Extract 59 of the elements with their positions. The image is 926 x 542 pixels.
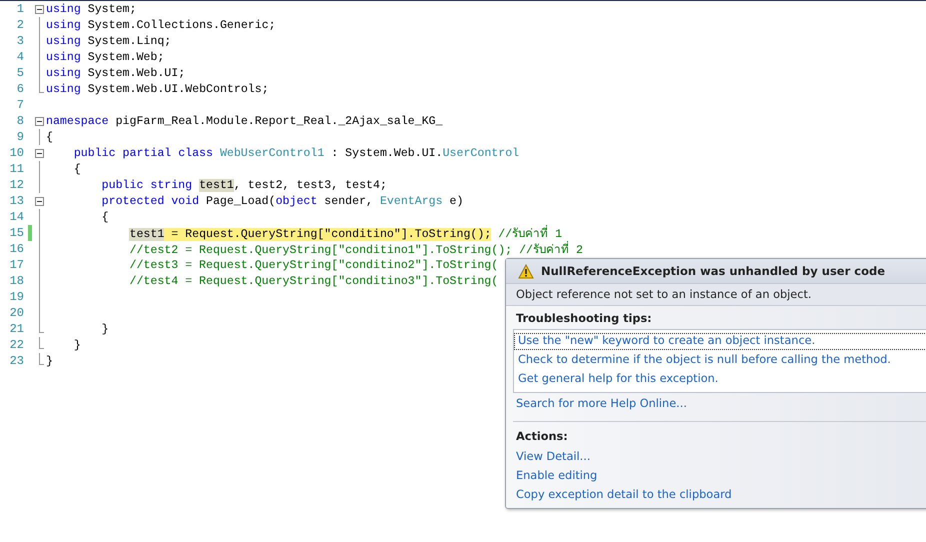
help-link[interactable]: Search for more Help Online... (506, 393, 926, 413)
collapse-icon[interactable] (34, 196, 44, 206)
exception-title: NullReferenceException was unhandled by user code (541, 264, 886, 278)
code-line: using System; (46, 2, 136, 16)
tip-link[interactable]: Get general help for this exception. (514, 371, 926, 388)
line-number: 15 (8, 226, 24, 240)
line-number: 10 (8, 146, 24, 160)
code-line: public partial class WebUserControl1 : System.Web.UI.UserControl (72, 146, 520, 160)
code-line: using System.Collections.Generic; (46, 18, 276, 32)
code-line: protected void Page_Load(object sender, EventArgs e) (100, 194, 464, 208)
line-number: 16 (8, 242, 24, 256)
code-line: } (100, 322, 109, 336)
action-link[interactable]: Enable editing (506, 466, 926, 485)
line-number: 13 (8, 194, 24, 208)
line-number: 12 (8, 178, 24, 192)
code-line: using System.Web; (46, 50, 164, 64)
code-line: using System.Web.UI.WebControls; (46, 82, 269, 96)
action-link[interactable]: Copy exception detail to the clipboard (506, 485, 926, 504)
line-number: 14 (8, 210, 24, 224)
line-number: 19 (8, 290, 24, 304)
line-number: 18 (8, 274, 24, 288)
actions-heading: Actions: (515, 430, 569, 445)
line-number: 23 (8, 354, 24, 368)
line-number: 11 (8, 162, 24, 176)
line-number: 1 (16, 2, 24, 16)
tip-link[interactable]: Use the "new" keyword to create an object instance. (514, 333, 926, 350)
line-number: 7 (16, 98, 24, 112)
tip-link[interactable]: Check to determine if the object is null before calling the method. (514, 352, 926, 369)
line-number: 2 (16, 18, 24, 32)
code-line: //test3 = Request.QueryString["conditino2"].ToString( (128, 258, 498, 272)
tips-heading: Troubleshooting tips: (515, 312, 653, 327)
line-number: 4 (16, 50, 24, 64)
collapse-icon[interactable] (34, 4, 44, 14)
line-number: 17 (8, 258, 24, 272)
code-line: test1 = Request.QueryString["conditino"].ToString(); //รับค่าที่ 1 (46, 224, 562, 242)
code-line: { (72, 162, 81, 176)
code-line: using System.Linq; (46, 34, 172, 48)
collapse-icon[interactable] (34, 148, 44, 158)
line-number: 21 (8, 322, 24, 336)
code-line: namespace pigFarm_Real.Module.Report_Real._2Ajax_sale_KG_ (46, 114, 443, 128)
exception-message: Object reference not set to an instance of an object. (506, 284, 926, 306)
warning-icon (518, 264, 534, 278)
code-line: //test4 = Request.QueryString["conditino3"].ToString( (128, 274, 498, 288)
collapse-icon[interactable] (34, 116, 44, 126)
action-link[interactable]: View Detail... (506, 447, 926, 466)
line-number: 22 (8, 338, 24, 352)
line-number: 3 (16, 34, 24, 48)
code-line: { (100, 210, 109, 224)
line-number: 6 (16, 82, 24, 96)
code-line: } (46, 354, 53, 368)
code-line: } (72, 338, 81, 352)
code-line: using System.Web.UI; (46, 66, 186, 80)
code-line: public string test1, test2, test3, test4; (100, 178, 387, 192)
line-number: 9 (16, 130, 24, 144)
line-number: 8 (16, 114, 24, 128)
code-line: //test2 = Request.QueryString["conditino1"].ToString(); //รับค่าที่ 2 (46, 240, 583, 258)
line-number: 5 (16, 66, 24, 80)
line-number: 20 (8, 306, 24, 320)
code-line: { (46, 130, 53, 144)
